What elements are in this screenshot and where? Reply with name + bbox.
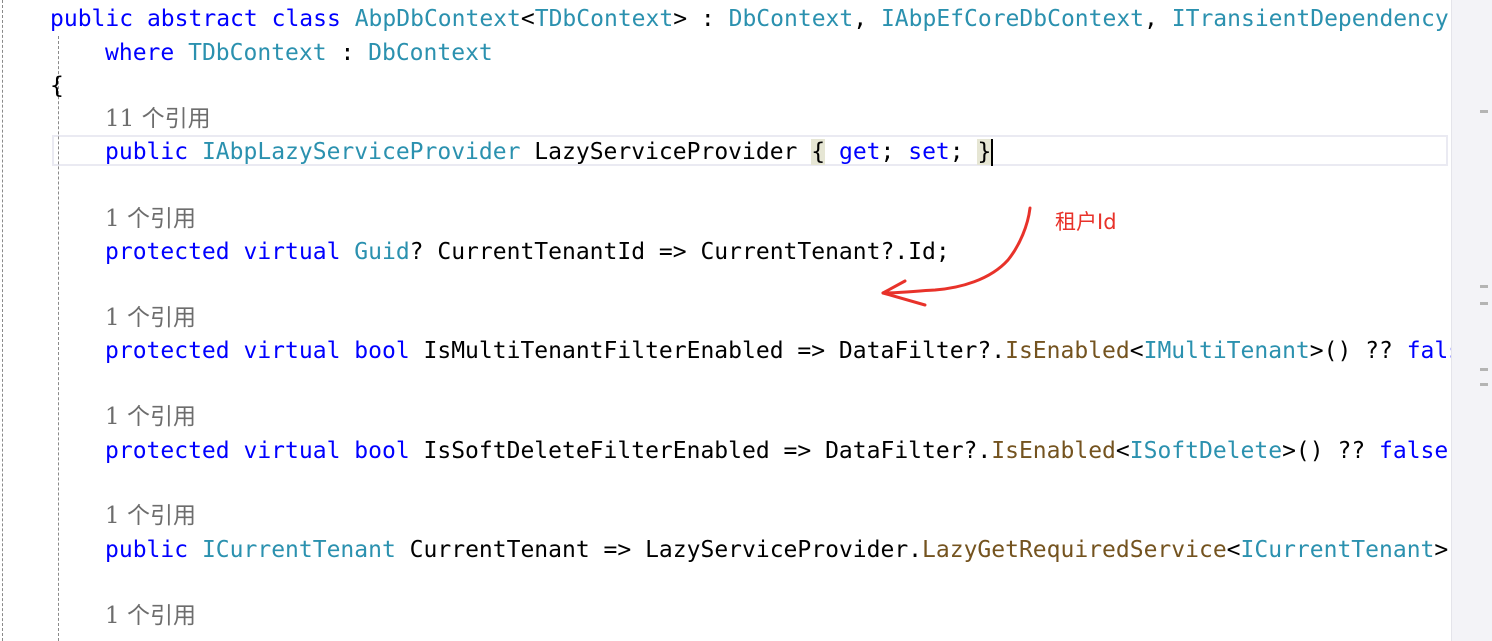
code-line-class-decl: public abstract class AbpDbContext<TDbCo…: [50, 3, 1449, 36]
code-token: >() ??: [1309, 338, 1407, 364]
code-token: ;: [880, 139, 909, 165]
scrollbar-marker: [1480, 383, 1488, 386]
code-token: ;: [949, 139, 978, 165]
code-token: <: [1226, 537, 1241, 563]
text-caret: [991, 139, 994, 166]
code-token: where: [105, 40, 175, 66]
code-token: LazyServiceProvider: [520, 139, 812, 165]
reference-count-2[interactable]: 1 个引用: [105, 203, 196, 236]
code-token: Guid: [354, 239, 410, 265]
scrollbar-marker: [1480, 110, 1488, 113]
vertical-scrollbar[interactable]: [1451, 0, 1492, 641]
code-token: virtual: [243, 338, 341, 364]
scrollbar-marker: [1480, 285, 1488, 288]
reference-count-5[interactable]: 1 个引用: [105, 500, 196, 533]
code-line-tenant-id: protected virtual Guid? CurrentTenantId …: [105, 236, 950, 269]
code-token: public: [105, 139, 189, 165]
code-token: 1 个引用: [105, 503, 196, 529]
code-token: :: [326, 40, 369, 66]
code-token: IAbpLazyServiceProvider: [201, 139, 521, 165]
code-token: <: [520, 6, 535, 32]
code-token: AbpDbContext: [354, 6, 521, 32]
code-token: ,: [853, 6, 881, 32]
code-editor[interactable]: public abstract class AbpDbContext<TDbCo…: [0, 0, 1452, 641]
reference-count-1[interactable]: 11 个引用: [105, 103, 211, 136]
code-token: TDbContext: [534, 6, 674, 32]
code-token: >(: [1434, 537, 1452, 563]
code-line-softdelete-filter: protected virtual bool IsSoftDeleteFilte…: [105, 435, 1452, 468]
reference-count-6[interactable]: 1 个引用: [105, 600, 196, 633]
code-token: public: [50, 6, 134, 32]
code-token: ? CurrentTenantId => CurrentTenant?.Id;: [409, 239, 950, 265]
code-token: virtual: [243, 438, 341, 464]
code-token: IsMultiTenantFilterEnabled => DataFilter…: [409, 338, 1006, 364]
code-token: CurrentTenant => LazyServiceProvider.: [395, 537, 923, 563]
code-token: DbContext: [368, 40, 493, 66]
code-token: 1 个引用: [105, 404, 196, 430]
code-token: TDbContext: [188, 40, 327, 66]
code-token: IsEnabled: [991, 438, 1116, 464]
code-token: public: [105, 537, 189, 563]
code-line-multitenant-filter: protected virtual bool IsMultiTenantFilt…: [105, 335, 1452, 368]
code-token: ICurrentTenant: [1240, 537, 1435, 563]
annotation-label: 租户Id: [1055, 210, 1117, 234]
code-token: IsSoftDeleteFilterEnabled => DataFilter?…: [409, 438, 992, 464]
code-token: {: [50, 73, 64, 99]
code-token: ICurrentTenant: [201, 537, 396, 563]
code-token: <: [1129, 338, 1144, 364]
code-token: get: [838, 139, 881, 165]
code-token: DbContext: [728, 6, 854, 32]
code-token: IMultiTenant: [1143, 338, 1310, 364]
code-token: protected: [105, 438, 230, 464]
code-token: > :: [673, 6, 729, 32]
code-token: fals: [1406, 338, 1452, 364]
reference-count-4[interactable]: 1 个引用: [105, 401, 196, 434]
code-token: bool: [354, 338, 410, 364]
code-token: class: [271, 6, 341, 32]
scrollbar-marker: [1480, 302, 1488, 305]
code-token: bool: [354, 438, 410, 464]
code-token: virtual: [243, 239, 341, 265]
reference-count-3[interactable]: 1 个引用: [105, 302, 196, 335]
code-token: protected: [105, 239, 230, 265]
code-token: IsEnabled: [1005, 338, 1130, 364]
code-line-open-brace: {: [50, 70, 64, 103]
code-token: abstract: [146, 6, 258, 32]
code-token: }: [977, 139, 992, 165]
code-token: >() ??: [1282, 438, 1380, 464]
code-token: 11 个引用: [105, 106, 211, 132]
code-line-current-tenant: public ICurrentTenant CurrentTenant => L…: [105, 534, 1452, 567]
code-line-lazy-provider: public IAbpLazyServiceProvider LazyServi…: [105, 136, 994, 169]
code-token: IAbpEfCoreDbContext: [880, 6, 1145, 32]
code-token: ITransientDependency: [1171, 6, 1449, 32]
code-area[interactable]: public abstract class AbpDbContext<TDbCo…: [0, 0, 1452, 641]
code-token: 1 个引用: [105, 603, 196, 629]
code-token: set: [908, 139, 950, 165]
code-token: LazyGetRequiredService: [922, 537, 1227, 563]
code-token: protected: [105, 338, 230, 364]
code-token: ,: [1144, 6, 1172, 32]
code-token: ISoftDelete: [1129, 438, 1283, 464]
code-token: false: [1379, 438, 1449, 464]
code-token: 1 个引用: [105, 206, 196, 232]
code-line-where: where TDbContext : DbContext: [105, 37, 493, 70]
scrollbar-marker: [1480, 368, 1488, 371]
code-token: {: [811, 139, 826, 165]
code-token: 1 个引用: [105, 305, 196, 331]
code-token: <: [1115, 438, 1130, 464]
